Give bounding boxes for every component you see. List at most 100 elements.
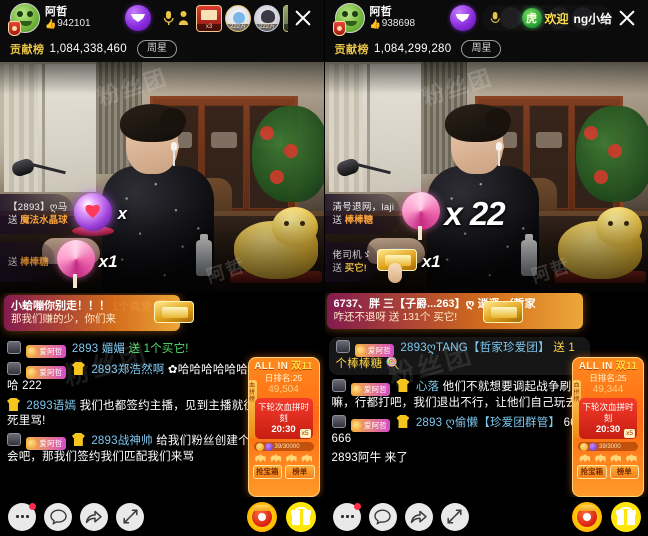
horse-icon	[254, 453, 266, 462]
chat-username: 2893 媚媚	[71, 343, 126, 355]
allin-event-widget[interactable]: 血拼榜 ALL IN 双11 日排名:25 49,344 下轮次血拼时刻 20:…	[572, 357, 644, 497]
close-icon[interactable]	[288, 3, 318, 33]
medal-badge-list[interactable]: x3 222万 222万 54万	[196, 3, 288, 33]
contribution-value: 1,084,338,460	[49, 43, 127, 55]
gift-button[interactable]	[286, 501, 316, 532]
red-packet-icon	[578, 504, 595, 511]
gift-notification-1: 【2893】ღ马 送 魔法水晶球 x	[0, 191, 127, 237]
more-options-button[interactable]	[8, 502, 36, 531]
allin-treasure-button[interactable]: 抢宝箱	[577, 465, 607, 479]
video-player-right[interactable]: 粉丝团 阿哲 清号退网，laji 送 棒棒糖 x 22 佬司机ゞ	[324, 62, 648, 293]
level-badge-icon	[331, 415, 346, 428]
bottom-toolbar-right	[324, 497, 648, 536]
mic-user-icon[interactable]	[163, 10, 189, 26]
gold-bar-icon	[374, 239, 420, 285]
chat-message[interactable]: 爱阿哲 2893ღTANG【哲家珍爱团】 送 1个棒棒糖 🍭	[328, 337, 590, 375]
allin-button-row: 抢宝箱 榜单	[577, 465, 639, 479]
gift-notification-2: 佬司机ゞ 送 买它! x1	[324, 239, 441, 285]
medal-badge-1-label: x3	[197, 23, 221, 31]
allin-horse-row	[253, 453, 315, 462]
week-star-button[interactable]: 周星	[461, 40, 502, 58]
allin-title-prefix: ALL IN	[254, 361, 289, 372]
more-options-button[interactable]	[332, 502, 361, 531]
share-button[interactable]	[404, 502, 433, 531]
gift-send-prefix: 送	[332, 262, 343, 274]
allin-multiplier: x5	[299, 429, 311, 438]
allin-title-suffix: 双11	[291, 361, 313, 372]
avatar-level-badge	[8, 21, 21, 36]
horse-icon	[285, 453, 297, 462]
allin-title-prefix: ALL IN	[578, 361, 613, 372]
allin-treasure-button[interactable]: 抢宝箱	[252, 465, 282, 479]
gift-notification-2: 送 棒棒糖 x1	[0, 240, 118, 288]
avatar[interactable]	[8, 3, 40, 36]
gift-box-icon	[615, 506, 636, 525]
crystal-heart-orb-icon	[70, 191, 116, 237]
gift-sender-name: 清号退网，laji	[332, 201, 395, 213]
comment-button[interactable]	[44, 502, 72, 531]
allin-rank-button[interactable]: 榜单	[285, 465, 315, 479]
gift-notification-1: 清号退网，laji 送 棒棒糖 x 22	[324, 192, 506, 240]
chat-username: 2893阿牛	[331, 452, 382, 464]
welcome-text: 欢迎	[544, 11, 569, 26]
avatar[interactable]	[332, 3, 365, 36]
level-badge-icon	[7, 433, 21, 446]
gift-multiplier: x 22	[444, 195, 505, 232]
gift-name: 魔法水晶球	[20, 214, 68, 226]
gift-banner-icon	[482, 293, 523, 331]
welcome-username: ng小给两	[573, 11, 612, 26]
gift-banner-icon	[154, 293, 194, 333]
streamer-name-block[interactable]: 阿哲 👍 938698	[370, 6, 448, 30]
gift-send-prefix: 送	[332, 214, 343, 226]
allin-round-label: 下轮次血拼时刻	[582, 402, 634, 423]
medal-badge-3-label: 222万	[255, 23, 279, 31]
horse-icon	[579, 453, 591, 462]
tiger-icon: 虎	[521, 8, 542, 28]
welcome-marquee[interactable]: 虎 欢迎 ng小给两	[481, 5, 612, 31]
bat-icon[interactable]	[449, 5, 476, 31]
week-star-button[interactable]: 周星	[136, 40, 177, 58]
fullscreen-button[interactable]	[116, 502, 144, 531]
gift-button[interactable]	[610, 501, 641, 532]
share-button[interactable]	[80, 502, 108, 531]
gift-send-line: 送 魔法水晶球	[8, 214, 68, 227]
allin-title: ALL IN 双11	[577, 361, 639, 373]
fullscreen-button[interactable]	[440, 502, 469, 531]
close-icon[interactable]	[612, 3, 642, 33]
bat-icon[interactable]	[125, 5, 151, 31]
thumbs-up-icon: 👍	[369, 19, 381, 29]
stream-header-left: 阿哲 👍 942101 x3 222万 222万 贡献榜 1,084,338,4…	[0, 0, 324, 62]
tshirt-badge-icon	[71, 362, 85, 375]
dual-livestream-screen: 阿哲 👍 942101 x3 222万 222万 贡献榜 1,084,338,4…	[0, 0, 648, 536]
allin-event-widget[interactable]: 血拼榜 ALL IN 双11 日排名:25 49,504 下轮次血拼时刻 20:…	[247, 357, 320, 497]
header-top-row: 阿哲 👍 942101 x3 222万 222万	[0, 0, 324, 36]
gift-banner-line1: 6737、胖 三【子爵...263】ღ 逍遥 （哲家	[333, 298, 536, 310]
contribution-rank[interactable]: 贡献榜 1,084,299,280	[335, 41, 452, 57]
comment-button[interactable]	[368, 502, 397, 531]
livestream-panel-right: 阿哲 👍 938698 虎 欢迎 ng小给 贡献榜 1,084,299,280 …	[323, 0, 648, 536]
allin-rank-label: 日排名:25	[264, 373, 303, 383]
streamer-name-block[interactable]: 阿哲 👍 942101	[45, 6, 123, 30]
allin-title-suffix: 双11	[615, 361, 638, 372]
medal-badge-1[interactable]: x3	[196, 4, 222, 32]
contribution-rank[interactable]: 贡献榜 1,084,338,460	[10, 41, 127, 57]
allin-next-round: 下轮次血拼时刻 20:30 x5	[254, 398, 313, 439]
level-badge-icon	[7, 362, 21, 375]
horse-icon	[270, 453, 282, 462]
medal-badge-2[interactable]: 222万	[225, 4, 251, 32]
coin-icon	[580, 442, 588, 451]
tshirt-badge-icon	[7, 398, 20, 411]
fanclub-badge-icon: 爱阿哲	[26, 437, 66, 450]
gift-banner[interactable]: 小蛤嘣你别走！！！ 那我们赚的少，你们来	[4, 295, 194, 331]
redpacket-button[interactable]	[247, 501, 277, 532]
contribution-label: 贡献榜	[10, 44, 45, 56]
gift-banner[interactable]: 6737、胖 三【子爵...263】ღ 逍遥 （哲家 咋还不退呀 送 131个 …	[326, 293, 583, 331]
header-top-row: 阿哲 👍 938698 虎 欢迎 ng小给	[325, 0, 648, 36]
video-player-left[interactable]: 粉丝团 阿哲 【2893】ღ马 送 魔法水晶球 x	[0, 62, 324, 293]
medal-badge-3[interactable]: 222万	[254, 4, 280, 32]
stream-header-right: 阿哲 👍 938698 虎 欢迎 ng小给 贡献榜 1,084,299,280 …	[324, 0, 648, 62]
redpacket-button[interactable]	[571, 501, 602, 532]
red-packet-icon	[254, 504, 270, 511]
streamer-nickname: 阿哲	[369, 6, 393, 18]
allin-rank-button[interactable]: 榜单	[609, 465, 639, 479]
